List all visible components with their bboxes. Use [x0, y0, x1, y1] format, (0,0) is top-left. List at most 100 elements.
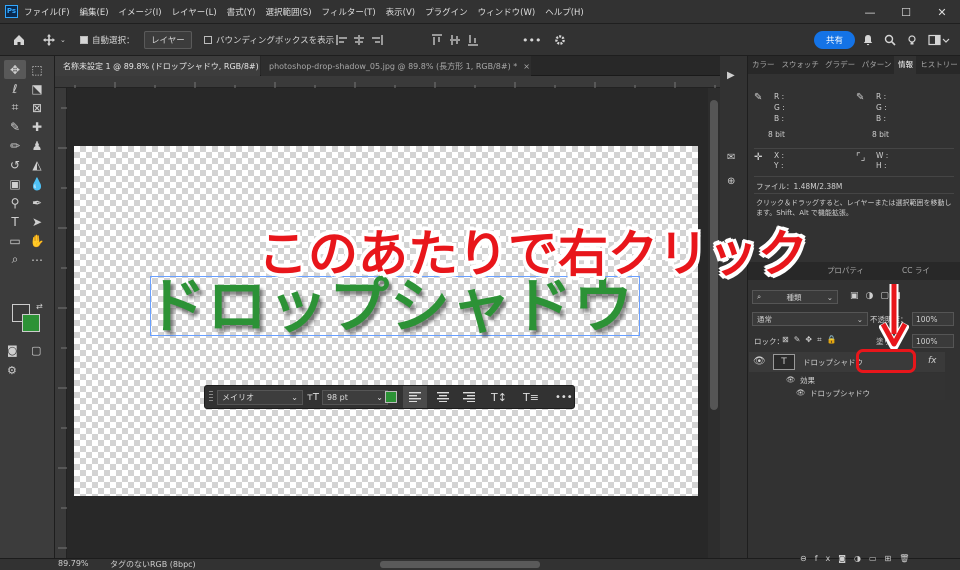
- divider: [754, 148, 954, 149]
- menu-help[interactable]: ヘルプ(H): [545, 6, 584, 18]
- layer-name[interactable]: ドロップシャドウ: [803, 357, 863, 368]
- tab-swatches[interactable]: スウォッチ: [777, 56, 821, 74]
- menu-filter[interactable]: フィルター(T): [322, 6, 376, 18]
- eyedropper-tool-icon[interactable]: ✎: [4, 117, 26, 136]
- edit-toolbar-icon[interactable]: ⚙: [7, 364, 17, 377]
- tab-properties[interactable]: プロパティ: [823, 262, 868, 280]
- menu-plugins[interactable]: プラグイン: [425, 6, 468, 18]
- tab-color[interactable]: カラー: [748, 56, 777, 74]
- drop-shadow-effect-row[interactable]: 👁 ドロップシャドウ: [770, 386, 945, 400]
- type-tool-icon[interactable]: T: [4, 212, 26, 231]
- blend-mode-select[interactable]: 通常 ⌄: [752, 312, 868, 326]
- effects-label: 効果: [800, 376, 815, 385]
- horizontal-scrollbar-thumb[interactable]: [380, 561, 540, 568]
- eye-icon[interactable]: 👁: [796, 388, 806, 397]
- background-color-swatch[interactable]: [22, 314, 40, 332]
- bounding-box-checkbox[interactable]: バウンディングボックスを表示: [204, 24, 334, 56]
- path-select-tool-icon[interactable]: ➤: [26, 212, 48, 231]
- more-options-button[interactable]: •••: [555, 386, 573, 408]
- eye-icon[interactable]: 👁: [786, 375, 796, 384]
- align-icons[interactable]: [336, 34, 486, 46]
- search-icon[interactable]: [884, 24, 896, 56]
- shape-tool-icon[interactable]: ▭: [4, 231, 26, 250]
- menu-type[interactable]: 書式(Y): [227, 6, 256, 18]
- move-tool-icon[interactable]: ✥: [4, 60, 26, 79]
- dodge-tool-icon[interactable]: ⚲: [4, 193, 26, 212]
- bell-icon[interactable]: [862, 24, 874, 56]
- blur-tool-icon[interactable]: 💧: [26, 174, 48, 193]
- text-color-swatch[interactable]: [385, 386, 397, 408]
- move-tool-icon[interactable]: ⌄: [42, 24, 66, 56]
- zoom-tool-icon[interactable]: ⌕: [4, 250, 26, 269]
- hand-tool-icon[interactable]: ✋: [26, 231, 48, 250]
- history-brush-tool-icon[interactable]: ↺: [4, 155, 26, 174]
- panel-icon[interactable]: ▶: [727, 70, 735, 81]
- zoom-level[interactable]: 89.79%: [58, 559, 89, 568]
- home-icon[interactable]: [12, 24, 26, 56]
- close-button[interactable]: ✕: [924, 0, 960, 24]
- tab-history[interactable]: ヒストリー: [916, 56, 960, 74]
- lasso-tool-icon[interactable]: ℓ: [4, 79, 26, 98]
- text-orientation-icon[interactable]: T↕: [491, 386, 507, 408]
- font-family-value: メイリオ: [222, 392, 254, 402]
- menu-select[interactable]: 選択範囲(S): [265, 6, 311, 18]
- right-click-target-highlight: [856, 349, 916, 373]
- layer-effects-icon[interactable]: fx: [928, 356, 937, 366]
- eraser-tool-icon[interactable]: ◭: [26, 155, 48, 174]
- auto-select-target-select[interactable]: レイヤー: [144, 24, 192, 56]
- tab-document-2[interactable]: photoshop-drop-shadow_05.jpg @ 89.8% (長方…: [261, 56, 531, 76]
- healing-brush-tool-icon[interactable]: ✚: [26, 117, 48, 136]
- fill-input[interactable]: 100%: [912, 334, 954, 348]
- gear-icon[interactable]: [554, 24, 566, 56]
- stamp-tool-icon[interactable]: ♟: [26, 136, 48, 155]
- layers-panel-footer-icons[interactable]: ⊖fx◙◑▭⊞🗑: [800, 554, 917, 563]
- chevron-down-icon[interactable]: ⌄: [60, 36, 66, 44]
- maximize-button[interactable]: ☐: [888, 0, 924, 24]
- drag-handle-icon[interactable]: [209, 386, 213, 408]
- gradient-tool-icon[interactable]: ▣: [4, 174, 26, 193]
- align-buttons[interactable]: [336, 24, 486, 56]
- tab-gradients[interactable]: グラデー: [821, 56, 858, 74]
- menu-edit[interactable]: 編集(E): [80, 6, 109, 18]
- minimize-button[interactable]: —: [852, 0, 888, 24]
- character-panel-icon[interactable]: T≡: [523, 386, 539, 408]
- panel-icon[interactable]: ⊕: [727, 176, 735, 187]
- opacity-input[interactable]: 100%: [912, 312, 954, 326]
- brush-tool-icon[interactable]: ✏: [4, 136, 26, 155]
- font-size-select[interactable]: ᴛT 98 pt ⌄: [307, 386, 388, 408]
- swap-colors-icon[interactable]: ⇄: [36, 302, 43, 311]
- font-family-select[interactable]: メイリオ ⌄: [217, 386, 303, 408]
- align-right-button[interactable]: [457, 386, 481, 408]
- crop-tool-icon[interactable]: ⌗: [4, 98, 26, 117]
- menu-view[interactable]: 表示(V): [386, 6, 415, 18]
- panel-icon[interactable]: ✉: [727, 152, 735, 163]
- marquee-tool-icon[interactable]: ⬚: [26, 60, 48, 79]
- menu-layer[interactable]: レイヤー(L): [172, 6, 217, 18]
- menu-window[interactable]: ウィンドウ(W): [478, 6, 536, 18]
- align-center-button[interactable]: [431, 386, 455, 408]
- workspace-icon[interactable]: [928, 24, 950, 56]
- more-tools-icon[interactable]: ⋯: [26, 250, 48, 269]
- tab-info[interactable]: 情報: [893, 56, 917, 74]
- eye-icon[interactable]: 👁: [753, 356, 766, 367]
- quick-mask-icon[interactable]: ◙: [7, 344, 18, 357]
- screen-mode-icon[interactable]: ▢: [31, 344, 41, 357]
- document-tabs: 名称未設定 1 @ 89.8% (ドロップシャドウ, RGB/8#) * × p…: [55, 56, 720, 76]
- lock-icons[interactable]: ⊠✎✥⌗🔒: [782, 335, 842, 345]
- lightbulb-icon[interactable]: [906, 24, 918, 56]
- tab-patterns[interactable]: パターン: [858, 56, 894, 74]
- menu-file[interactable]: ファイル(F): [24, 6, 70, 18]
- frame-tool-icon[interactable]: ⊠: [26, 98, 48, 117]
- auto-select-checkbox[interactable]: 自動選択：: [80, 24, 135, 56]
- vertical-ruler: [55, 88, 67, 558]
- menu-image[interactable]: イメージ(I): [119, 6, 162, 18]
- tab-document-1[interactable]: 名称未設定 1 @ 89.8% (ドロップシャドウ, RGB/8#) * ×: [55, 56, 278, 76]
- pen-tool-icon[interactable]: ✒: [26, 193, 48, 212]
- effects-row[interactable]: 👁 効果: [770, 373, 945, 387]
- more-options-button[interactable]: •••: [522, 24, 541, 56]
- object-select-tool-icon[interactable]: ⬔: [26, 79, 48, 98]
- tab-cc-libraries[interactable]: CC ライ: [898, 262, 934, 280]
- tab-close-icon[interactable]: ×: [523, 62, 530, 71]
- share-button[interactable]: 共有: [814, 24, 856, 56]
- align-left-button[interactable]: [403, 386, 427, 408]
